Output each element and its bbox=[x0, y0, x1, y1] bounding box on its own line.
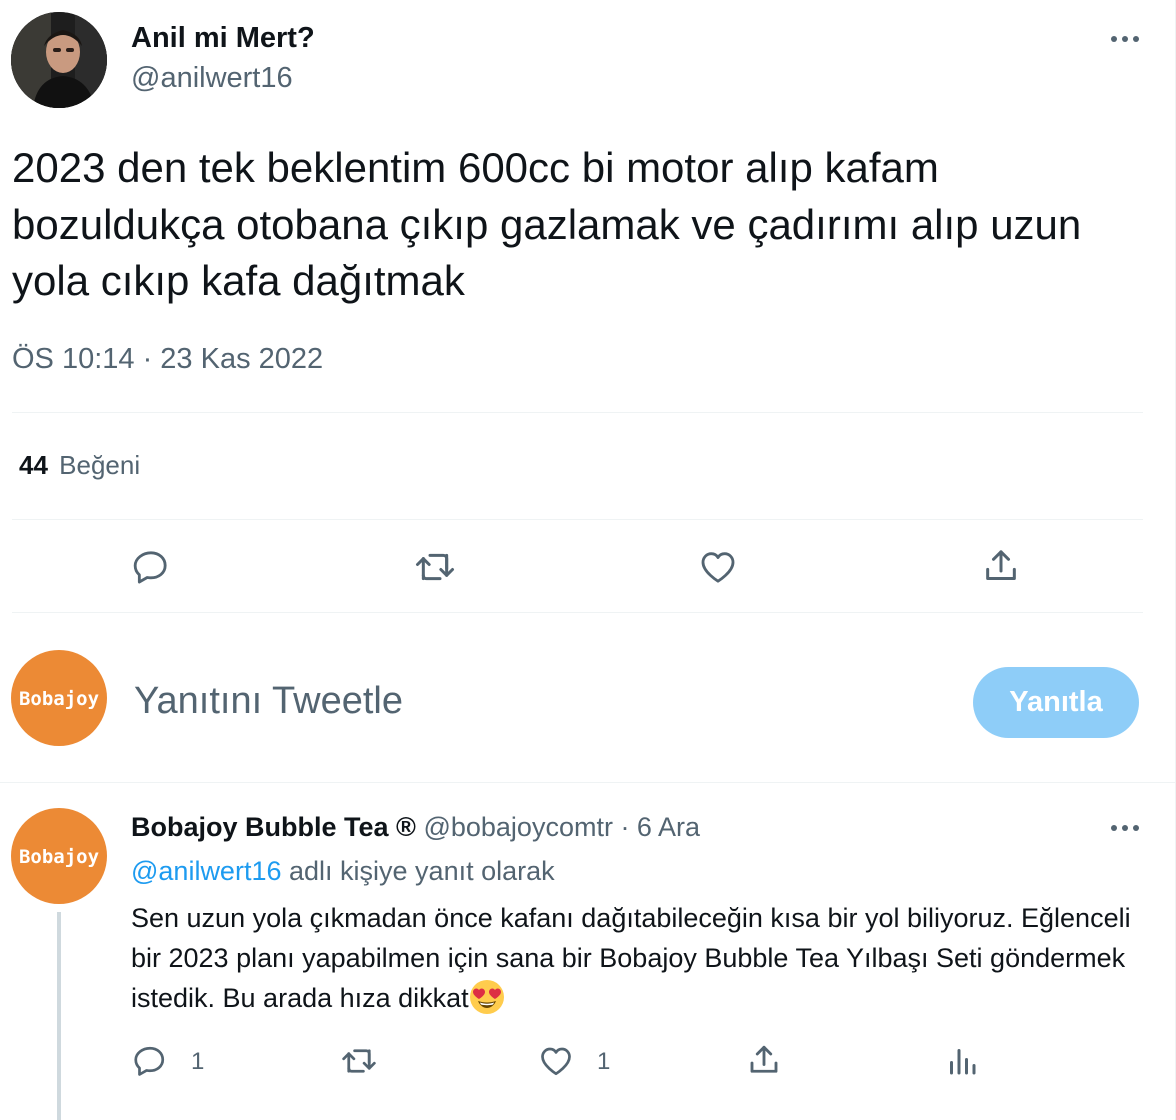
like-icon[interactable] bbox=[698, 547, 738, 587]
retweet-icon[interactable] bbox=[413, 547, 457, 587]
share-icon[interactable] bbox=[746, 1042, 782, 1078]
reply-count: 1 bbox=[191, 1048, 205, 1075]
reply-icon[interactable] bbox=[131, 547, 171, 587]
reply-author-avatar[interactable]: Bobajoy bbox=[11, 808, 107, 904]
likes-label: Beğeni bbox=[59, 450, 141, 480]
heart-eyes-emoji-icon bbox=[469, 980, 504, 1014]
reply-text-block: Sen uzun yola çıkmadan önce kafanı dağıt… bbox=[131, 898, 1161, 1018]
retweet-icon[interactable] bbox=[340, 1043, 378, 1079]
reply-author-meta[interactable]: @bobajoycomtr · 6 Ara bbox=[423, 812, 700, 842]
more-icon[interactable] bbox=[1108, 811, 1142, 845]
share-icon[interactable] bbox=[981, 546, 1021, 586]
tweet-page: Anil mi Mert? @anilwert16 2023 den tek b… bbox=[0, 0, 1176, 1120]
author-name[interactable]: Anil mi Mert? bbox=[131, 22, 315, 55]
divider bbox=[12, 412, 1143, 413]
composer-avatar-logo: Bobajoy bbox=[19, 688, 99, 710]
reply-button[interactable]: Yanıtla bbox=[973, 667, 1139, 738]
like-count: 1 bbox=[597, 1048, 611, 1075]
reply-author-name[interactable]: Bobajoy Bubble Tea ® bbox=[131, 812, 416, 842]
divider bbox=[12, 519, 1143, 520]
like-icon[interactable] bbox=[538, 1043, 574, 1079]
section-divider bbox=[0, 782, 1175, 783]
reply-input[interactable]: Yanıtını Tweetle bbox=[134, 680, 403, 723]
author-avatar[interactable] bbox=[11, 12, 107, 108]
thread-line bbox=[57, 912, 61, 1120]
composer-avatar[interactable]: Bobajoy bbox=[11, 650, 107, 746]
tweet-timestamp[interactable]: ÖS 10:14 · 23 Kas 2022 bbox=[12, 343, 323, 376]
analytics-icon[interactable] bbox=[944, 1043, 980, 1079]
tweet-text: 2023 den tek beklentim 600cc bi motor al… bbox=[12, 144, 1082, 304]
reply-icon[interactable] bbox=[132, 1043, 168, 1079]
likes-stat[interactable]: 44 Beğeni bbox=[19, 450, 140, 481]
replying-to-mention[interactable]: @anilwert16 bbox=[131, 856, 281, 886]
likes-count: 44 bbox=[19, 450, 48, 480]
author-handle[interactable]: @anilwert16 bbox=[131, 62, 293, 95]
more-icon[interactable] bbox=[1108, 22, 1142, 56]
replying-to-label: adlı kişiye yanıt olarak bbox=[289, 856, 555, 886]
reply-text: Sen uzun yola çıkmadan önce kafanı dağıt… bbox=[131, 903, 1131, 1013]
reply-avatar-logo: Bobajoy bbox=[19, 846, 99, 868]
divider bbox=[12, 612, 1143, 613]
replying-to: @anilwert16 adlı kişiye yanıt olarak bbox=[131, 856, 555, 887]
reply-header: Bobajoy Bubble Tea ® @bobajoycomtr · 6 A… bbox=[131, 812, 700, 843]
